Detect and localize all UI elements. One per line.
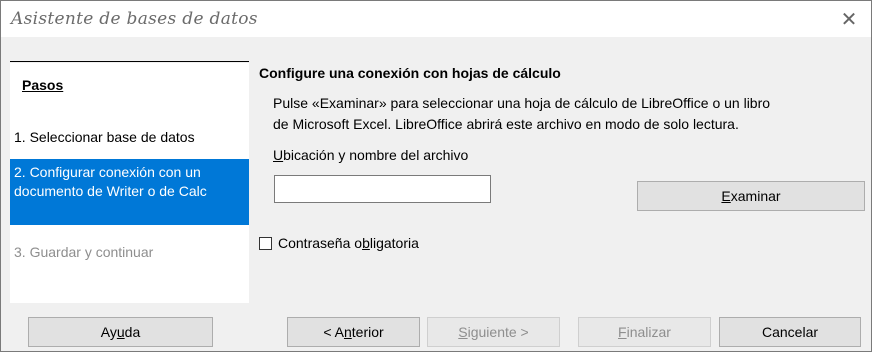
browse-accel: E bbox=[721, 188, 731, 204]
description: Pulse «Examinar» para seleccionar una ho… bbox=[273, 93, 863, 135]
back-accel: n bbox=[343, 324, 352, 340]
location-label: Ubicación y nombre del archivo bbox=[273, 147, 468, 163]
finish-accel: F bbox=[618, 324, 627, 340]
password-required-checkbox[interactable] bbox=[259, 236, 272, 250]
steps-heading: Pasos bbox=[22, 77, 64, 93]
location-label-accel: U bbox=[273, 147, 284, 163]
steps-divider bbox=[10, 61, 249, 62]
back-pre: < A bbox=[323, 324, 344, 340]
step-label: 2. Configurar conexión con un documento … bbox=[14, 164, 207, 199]
help-post: da bbox=[124, 324, 141, 340]
title-bar: Asistente de bases de datos ✕ bbox=[1, 1, 871, 37]
section-title: Configure una conexión con hojas de cálc… bbox=[259, 65, 561, 81]
location-input[interactable] bbox=[274, 175, 491, 203]
finish-post: inalizar bbox=[626, 324, 671, 340]
next-button[interactable]: Siguiente > bbox=[427, 317, 560, 347]
back-button[interactable]: < An terior bbox=[287, 317, 420, 347]
step-configure-connection[interactable]: 2. Configurar conexión con un documento … bbox=[10, 159, 249, 225]
password-required-label: Contraseña obligatoria bbox=[278, 235, 419, 251]
password-label-accel: b bbox=[362, 235, 370, 251]
description-line-1: Pulse «Examinar» para seleccionar una ho… bbox=[273, 95, 771, 111]
database-wizard-window: Asistente de bases de datos ✕ Pasos 1. S… bbox=[0, 0, 872, 352]
step-label: 1. Seleccionar base de datos bbox=[14, 129, 195, 145]
password-label-pre: Contraseña o bbox=[278, 235, 363, 251]
password-required-row[interactable]: Contraseña obligatoria bbox=[259, 235, 419, 251]
close-icon: ✕ bbox=[840, 8, 858, 31]
description-line-2: de Microsoft Excel. LibreOffice abrirá e… bbox=[273, 116, 739, 132]
help-accel: u bbox=[116, 324, 125, 340]
cancel-button[interactable]: Cancelar bbox=[719, 317, 861, 347]
password-label-post: ligatoria bbox=[369, 235, 419, 251]
cancel-label: Cancelar bbox=[761, 324, 819, 340]
step-save-and-continue[interactable]: 3. Guardar y continuar bbox=[10, 243, 249, 262]
help-button[interactable]: Ay u da bbox=[28, 317, 213, 347]
browse-button[interactable]: Examinar bbox=[637, 181, 865, 211]
location-label-rest: bicación y nombre del archivo bbox=[283, 147, 469, 163]
next-accel: S bbox=[458, 324, 468, 340]
next-post: iguiente > bbox=[467, 324, 529, 340]
step-label: 3. Guardar y continuar bbox=[14, 244, 154, 260]
back-post: terior bbox=[351, 324, 384, 340]
finish-button[interactable]: Finalizar bbox=[578, 317, 711, 347]
help-pre: Ay bbox=[100, 324, 117, 340]
browse-rest: xaminar bbox=[730, 188, 781, 204]
step-select-database[interactable]: 1. Seleccionar base de datos bbox=[10, 128, 249, 147]
close-button[interactable]: ✕ bbox=[827, 1, 871, 37]
window-title: Asistente de bases de datos bbox=[11, 9, 258, 29]
